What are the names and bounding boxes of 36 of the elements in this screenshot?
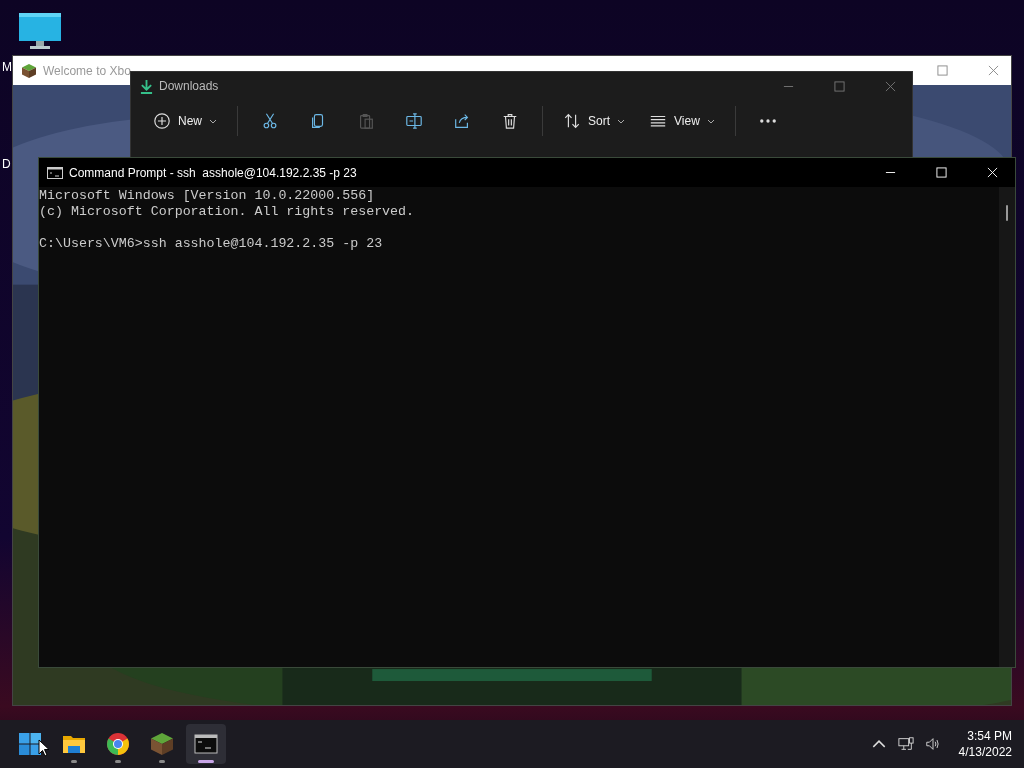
sort-button[interactable]: Sort: [553, 106, 636, 136]
computer-icon[interactable]: [18, 12, 62, 52]
trash-icon: [501, 112, 519, 130]
terminal-icon: [47, 166, 63, 179]
console-line: (c) Microsoft Corporation. All rights reserved.: [39, 204, 416, 220]
console-line: Microsoft Windows [Version 10.0.22000.556]: [39, 188, 376, 204]
download-icon: [140, 78, 153, 94]
window-title: Command Prompt - ssh asshole@104.192.2.35 -p 23: [69, 165, 357, 180]
mouse-pointer-icon: [38, 739, 50, 757]
caret-icon: [706, 118, 715, 124]
network-icon[interactable]: [897, 736, 914, 752]
plus-circle-icon: [153, 112, 171, 130]
view-button[interactable]: View: [639, 106, 725, 136]
window-title: Downloads: [159, 79, 219, 93]
new-button[interactable]: New: [143, 106, 227, 136]
scrollbar-thumb[interactable]: [1006, 205, 1008, 221]
share-icon: [453, 112, 471, 130]
rename-icon: [405, 112, 423, 130]
volume-icon[interactable]: [924, 736, 941, 752]
caret-icon: [617, 118, 626, 124]
desktop-icon-label[interactable]: M: [2, 60, 12, 74]
browser-icon: [106, 732, 130, 756]
caret-icon: [209, 118, 217, 124]
more-icon: [759, 119, 776, 123]
four-squares-icon: [18, 732, 42, 756]
paste-icon: [357, 112, 375, 130]
scissors-icon: [261, 112, 279, 130]
grass-block-icon: [21, 62, 37, 79]
console-line: C:\Users\VM6>ssh asshole@104.192.2.35 -p 23: [39, 236, 384, 252]
sort-icon: [563, 112, 581, 130]
desktop-icon-label[interactable]: D: [2, 157, 11, 171]
terminal-taskbar-button[interactable]: [186, 724, 226, 764]
window-title: Welcome to Xbo: [43, 63, 131, 78]
grass-block-icon: [150, 732, 174, 756]
terminal-icon: [194, 732, 218, 756]
clock[interactable]: 3:54 PM 4/13/2022: [958, 728, 1012, 760]
